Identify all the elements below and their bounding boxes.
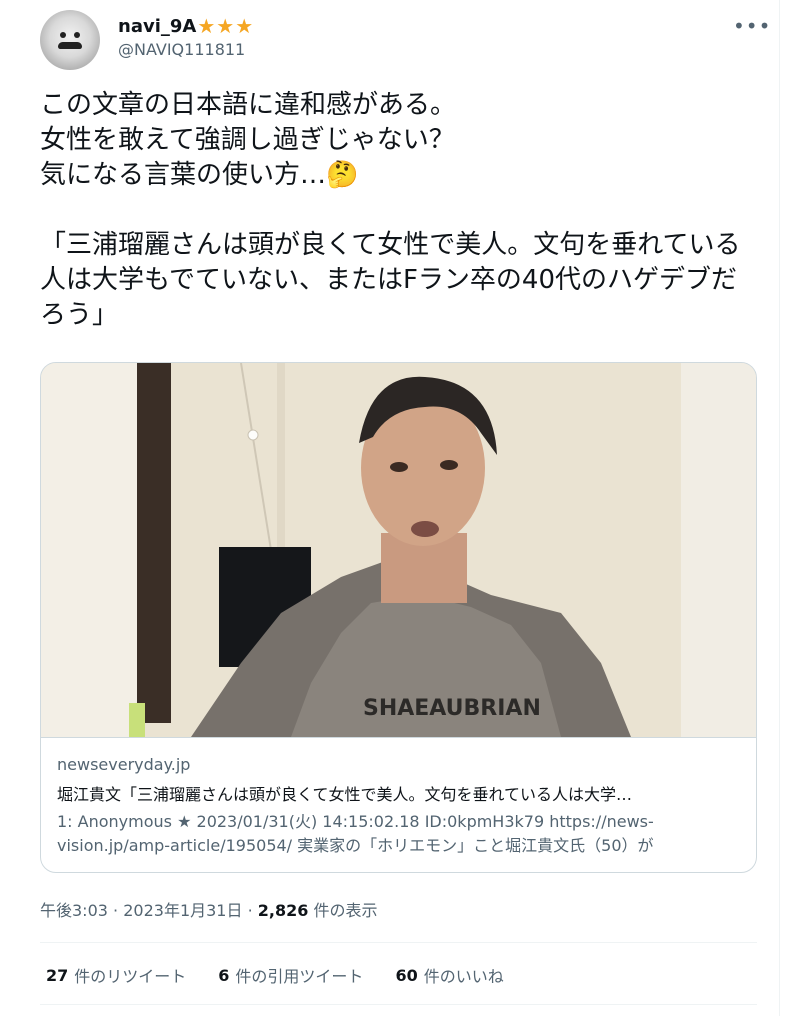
likes-count: 60 bbox=[395, 965, 418, 985]
quotes-stat[interactable]: 6 件の引用ツイート bbox=[212, 962, 363, 988]
quotes-count: 6 bbox=[218, 965, 230, 985]
card-photo: SHAEAUBRIAN bbox=[41, 363, 756, 737]
card-description: 1: Anonymous ★ 2023/01/31(火) 14:15:02.18… bbox=[57, 812, 654, 855]
views-count: 2,826 bbox=[257, 901, 309, 920]
meta-separator: · bbox=[247, 901, 253, 920]
avatar-eye-left bbox=[60, 32, 66, 38]
tweet-time[interactable]: 午後3:03 bbox=[40, 901, 108, 920]
card-domain: newseveryday.jp bbox=[57, 755, 191, 774]
card-title: 堀江貴文「三浦瑠麗さんは頭が良くて女性で美人。文句を垂れている人は大学… bbox=[57, 785, 633, 804]
tweet: navi_9A ★★★ @NAVIQ111811 ••• この文章の日本語に違和… bbox=[0, 0, 800, 1016]
divider bbox=[40, 942, 757, 943]
avatar-mustache bbox=[58, 42, 82, 49]
tweet-text: この文章の日本語に違和感がある。 女性を敢えて強調し過ぎじゃない？ 気になる言葉… bbox=[40, 90, 741, 330]
likes-label: 件のいいね bbox=[423, 967, 504, 986]
name-row: navi_9A ★★★ bbox=[118, 14, 254, 38]
meta-separator: · bbox=[113, 901, 119, 920]
views-label: 件の表示 bbox=[313, 901, 378, 920]
likes-stat[interactable]: 60 件のいいね bbox=[389, 962, 503, 988]
shirt-logo: SHAEAUBRIAN bbox=[363, 696, 541, 721]
divider bbox=[40, 1004, 757, 1005]
card-divider bbox=[41, 737, 756, 738]
avatar-eye-right bbox=[74, 32, 80, 38]
tweet-meta: 午後3:03 · 2023年1月31日 · 2,826 件の表示 bbox=[40, 897, 377, 921]
retweets-count: 27 bbox=[46, 965, 69, 985]
more-icon[interactable]: ••• bbox=[733, 14, 771, 38]
card-image[interactable]: SHAEAUBRIAN bbox=[41, 363, 756, 737]
star-icons: ★★★ bbox=[197, 14, 255, 38]
retweets-label: 件のリツイート bbox=[74, 967, 187, 986]
avatar[interactable] bbox=[40, 10, 100, 70]
quotes-label: 件の引用ツイート bbox=[235, 967, 364, 986]
display-name[interactable]: navi_9A bbox=[118, 16, 196, 37]
user-handle[interactable]: @NAVIQ111811 bbox=[118, 40, 245, 59]
tweet-date[interactable]: 2023年1月31日 bbox=[123, 901, 242, 920]
link-card[interactable]: SHAEAUBRIAN newseveryday.jp 堀江貴文「三浦瑠麗さんは… bbox=[40, 362, 757, 873]
column-border bbox=[779, 0, 780, 1016]
retweets-stat[interactable]: 27 件のリツイート bbox=[40, 962, 186, 988]
tweet-stats: 27 件のリツイート 6 件の引用ツイート 60 件のいいね bbox=[40, 962, 530, 988]
